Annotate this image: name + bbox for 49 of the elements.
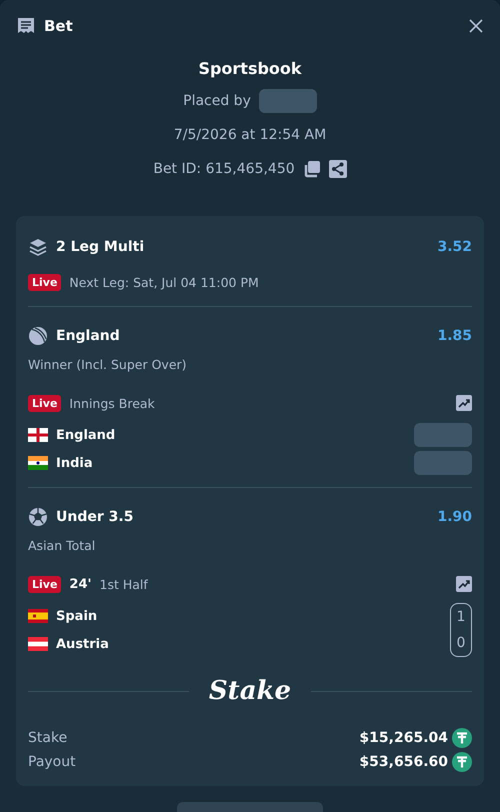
match-status: Innings Break: [69, 396, 155, 410]
flag-icon: [28, 637, 48, 651]
odds-value: 3.52: [437, 239, 472, 255]
odds-value: 1.85: [437, 328, 472, 344]
flag-icon: [28, 428, 48, 442]
redacted-score: [414, 451, 472, 475]
market-name: Winner (Incl. Super Over): [28, 357, 188, 374]
flag-icon: [28, 456, 48, 470]
copy-icon[interactable]: [302, 160, 321, 178]
selection-title: Under 3.5: [56, 509, 134, 525]
live-badge: Live: [28, 576, 62, 592]
odds-value: 1.90: [437, 509, 472, 525]
selection-title: 2 Leg Multi: [56, 239, 144, 255]
dialog-title: Bet: [44, 16, 73, 34]
brand-logo: Stake: [208, 676, 292, 706]
market-name: Asian Total: [28, 538, 96, 555]
redacted-username: [258, 89, 317, 113]
soccer-ball-icon: [28, 507, 48, 527]
team-name: Spain: [56, 608, 98, 624]
team-score: 0: [456, 635, 466, 651]
match-clock: 24': [69, 576, 92, 592]
layers-icon: [28, 237, 48, 257]
receipt-icon: [16, 16, 36, 36]
redacted-score: [414, 423, 472, 447]
cricket-ball-icon: [28, 326, 48, 346]
team-name: Austria: [56, 636, 109, 652]
chart-icon[interactable]: [456, 576, 472, 592]
amount-value: $15,265.04: [359, 730, 448, 746]
amount-label: Stake: [28, 730, 68, 746]
team-name: England: [56, 428, 116, 442]
coin-icon: [452, 728, 472, 748]
amount-label: Payout: [28, 754, 76, 770]
match-status: 1st Half: [100, 576, 148, 592]
book-title: Sportsbook: [198, 58, 302, 80]
close-icon[interactable]: [468, 18, 484, 34]
share-icon[interactable]: [328, 160, 347, 178]
placed-by-label: Placed by: [183, 93, 251, 109]
bet-date: 7/5/2026 at 12:54 AM: [174, 126, 326, 145]
coin-icon: [452, 752, 472, 772]
live-badge: Live: [28, 394, 62, 412]
match-status: Next Leg: Sat, Jul 04 11:00 PM: [69, 274, 259, 290]
flag-icon: [28, 609, 48, 623]
team-score: 1: [456, 609, 466, 625]
live-badge: Live: [28, 274, 62, 290]
bet-id: Bet ID: 615,465,450: [153, 161, 295, 177]
amount-value: $53,656.60: [359, 754, 448, 770]
chart-icon[interactable]: [456, 395, 472, 411]
selection-title: England: [56, 328, 120, 344]
team-name: India: [56, 456, 93, 470]
